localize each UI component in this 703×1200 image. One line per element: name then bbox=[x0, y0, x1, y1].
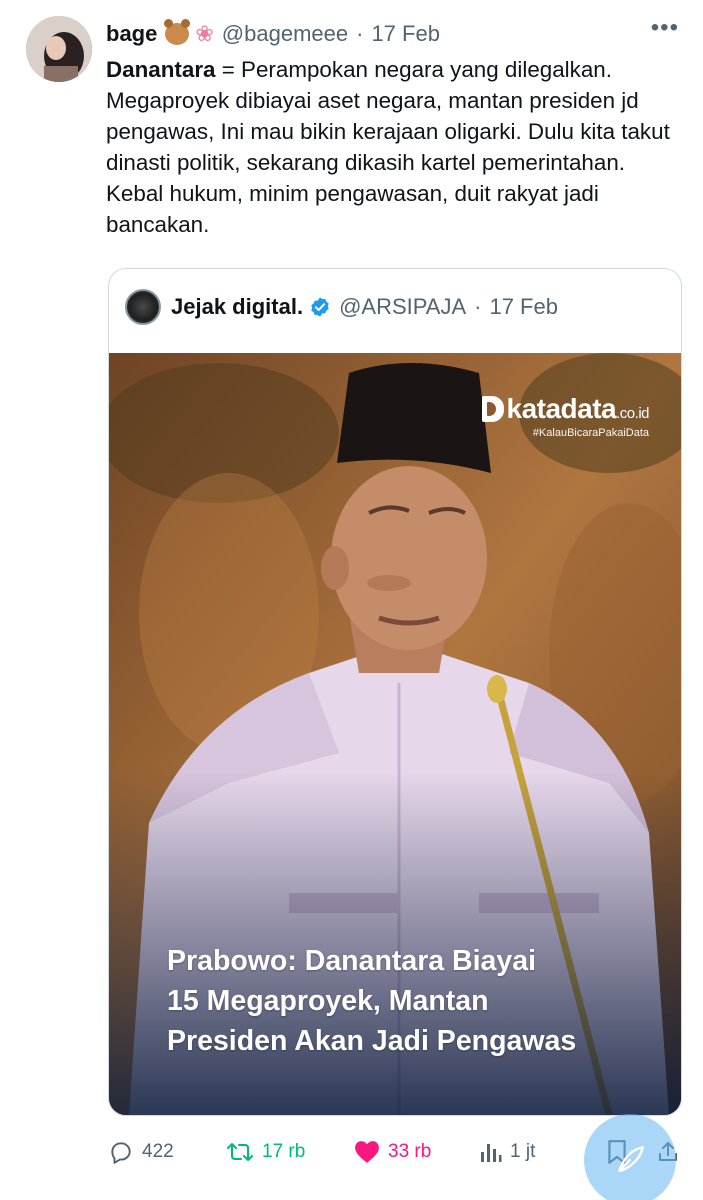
katadata-logo: katadata.co.id #KalauBicaraPakaiData bbox=[481, 393, 649, 439]
headline-line-3: Presiden Akan Jadi Pengawas bbox=[167, 1025, 577, 1057]
views-icon bbox=[481, 1144, 502, 1162]
repost-button[interactable]: 17 rb bbox=[226, 1139, 305, 1165]
feather-compose-icon bbox=[618, 1146, 644, 1172]
avatar-image bbox=[26, 16, 92, 82]
reply-icon bbox=[111, 1142, 131, 1164]
display-name[interactable]: bage bbox=[106, 21, 157, 47]
views-button[interactable]: 1 jt bbox=[480, 1140, 535, 1164]
tweet-text-bold[interactable]: Danantara bbox=[106, 57, 216, 82]
brand-name: katadata bbox=[506, 393, 617, 424]
heart-icon bbox=[355, 1141, 379, 1163]
tweet-text: Danantara = Perampokan negara yang dileg… bbox=[106, 54, 686, 240]
verified-badge-icon bbox=[311, 297, 329, 317]
headline-line-1: Prabowo: Danantara Biayai bbox=[167, 945, 537, 977]
quote-date: 17 Feb bbox=[489, 294, 558, 319]
quote-media-image[interactable]: katadata.co.id #KalauBicaraPakaiData Pra… bbox=[109, 353, 681, 1115]
repost-icon bbox=[227, 1143, 253, 1161]
quote-handle: @ARSIPAJA bbox=[339, 294, 467, 319]
quote-avatar[interactable] bbox=[125, 289, 161, 325]
tweet: bage ❀ @bagemeee · 17 Feb ••• Danantara … bbox=[0, 0, 703, 1200]
tweet-date[interactable]: 17 Feb bbox=[371, 21, 440, 47]
reply-count: 422 bbox=[142, 1141, 174, 1162]
brand-tagline: #KalauBicaraPakaiData bbox=[532, 427, 649, 439]
lotus-emoji-icon: ❀ bbox=[195, 21, 214, 46]
quote-header: Jejak digital. @ARSIPAJA · 17 Feb bbox=[125, 289, 558, 325]
katadata-d-icon bbox=[481, 396, 504, 422]
like-button[interactable]: 33 rb bbox=[354, 1140, 431, 1164]
repost-count: 17 rb bbox=[262, 1141, 306, 1162]
brand-suffix: .co.id bbox=[616, 405, 649, 422]
media-headline: Prabowo: Danantara Biayai 15 Megaproyek,… bbox=[167, 941, 667, 1061]
more-icon[interactable]: ••• bbox=[651, 14, 679, 42]
avatar[interactable] bbox=[26, 16, 92, 82]
quote-separator-dot: · bbox=[474, 294, 482, 319]
user-handle[interactable]: @bagemeee bbox=[222, 21, 348, 47]
like-count: 33 rb bbox=[388, 1141, 432, 1162]
views-count: 1 jt bbox=[510, 1141, 536, 1162]
reply-button[interactable]: 422 bbox=[108, 1139, 174, 1165]
tweet-text-body: = Perampokan negara yang dilegalkan. Meg… bbox=[106, 57, 670, 237]
quote-tweet[interactable]: Jejak digital. @ARSIPAJA · 17 Feb katada… bbox=[108, 268, 682, 1116]
brand-wordmark: katadata.co.id bbox=[481, 393, 649, 425]
quote-display-name: Jejak digital. bbox=[171, 294, 304, 319]
separator-dot: · bbox=[356, 21, 364, 46]
bear-emoji-icon bbox=[164, 19, 191, 45]
compose-button[interactable] bbox=[584, 1114, 676, 1200]
tweet-header: bage ❀ @bagemeee · 17 Feb bbox=[106, 18, 683, 50]
headline-line-2: 15 Megaproyek, Mantan bbox=[167, 985, 489, 1017]
